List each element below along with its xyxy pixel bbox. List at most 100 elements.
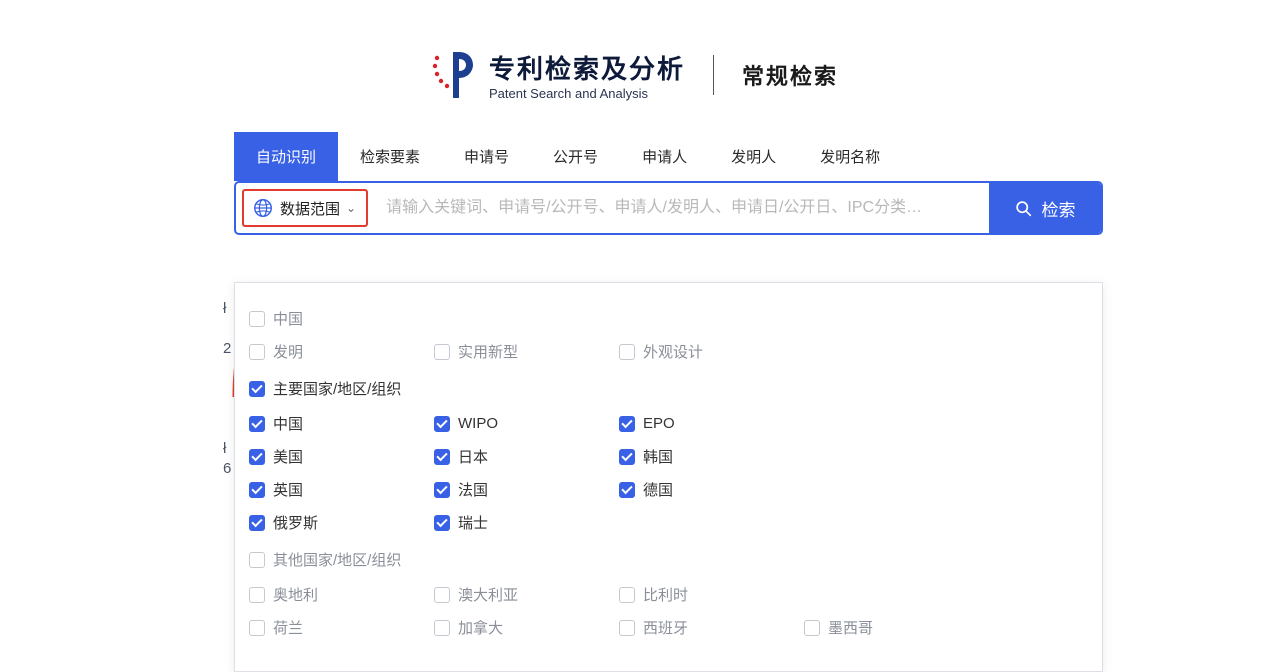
checkbox-icon [619, 587, 635, 603]
tab-applicant[interactable]: 申请人 [620, 132, 709, 181]
checkbox-label: 俄罗斯 [273, 512, 318, 533]
checkbox-icon [249, 482, 265, 498]
checkbox-icon [619, 449, 635, 465]
checkbox-other-ca[interactable]: 加拿大 [434, 614, 619, 641]
logo-block: 专利检索及分析 Patent Search and Analysis [431, 48, 685, 102]
checkbox-icon [619, 416, 635, 432]
header: 专利检索及分析 Patent Search and Analysis 常规检索 [0, 0, 1269, 132]
search-bar: 数据范围 ⌄ 检索 [234, 181, 1103, 235]
bg-fragment: 6 [223, 460, 231, 477]
checkbox-label: 西班牙 [643, 617, 688, 638]
checkbox-icon [249, 552, 265, 568]
search-icon [1015, 200, 1032, 217]
checkbox-label: WIPO [458, 415, 498, 432]
search-tabs: 自动识别 检索要素 申请号 公开号 申请人 发明人 发明名称 [234, 132, 1269, 181]
chevron-down-icon: ⌄ [346, 201, 356, 215]
checkbox-other-mx[interactable]: 墨西哥 [804, 614, 989, 641]
checkbox-type-design[interactable]: 外观设计 [619, 338, 804, 365]
checkbox-icon [249, 344, 265, 360]
checkbox-group-china[interactable]: 中国 [249, 305, 1088, 332]
checkbox-main-epo[interactable]: EPO [619, 410, 804, 437]
checkbox-main-gb[interactable]: 英国 [249, 476, 434, 503]
checkbox-type-utility[interactable]: 实用新型 [434, 338, 619, 365]
checkbox-icon [249, 587, 265, 603]
tab-inventor[interactable]: 发明人 [709, 132, 798, 181]
search-button-label: 检索 [1042, 196, 1076, 221]
scope-selector[interactable]: 数据范围 ⌄ [242, 189, 368, 227]
logo-title-en: Patent Search and Analysis [489, 86, 685, 101]
checkbox-label: 澳大利亚 [458, 584, 518, 605]
checkbox-main-ch[interactable]: 瑞士 [434, 509, 619, 536]
checkbox-label: 日本 [458, 446, 488, 467]
checkbox-label: 发明 [273, 341, 303, 362]
checkbox-icon [434, 515, 450, 531]
checkbox-label: 德国 [643, 479, 673, 500]
checkbox-icon [434, 449, 450, 465]
checkbox-label: 中国 [273, 308, 303, 329]
checkbox-label: 比利时 [643, 584, 688, 605]
header-divider [713, 55, 714, 95]
checkbox-main-wipo[interactable]: WIPO [434, 410, 619, 437]
checkbox-main-china[interactable]: 中国 [249, 410, 434, 437]
checkbox-label: 加拿大 [458, 617, 503, 638]
checkbox-type-invention[interactable]: 发明 [249, 338, 434, 365]
checkbox-icon [619, 482, 635, 498]
checkbox-label: 法国 [458, 479, 488, 500]
checkbox-icon [619, 620, 635, 636]
logo-text: 专利检索及分析 Patent Search and Analysis [489, 49, 685, 101]
checkbox-other-at[interactable]: 奥地利 [249, 581, 434, 608]
checkbox-icon [434, 482, 450, 498]
checkbox-label: 荷兰 [273, 617, 303, 638]
checkbox-label: 实用新型 [458, 341, 518, 362]
checkbox-icon [249, 416, 265, 432]
checkbox-other-au[interactable]: 澳大利亚 [434, 581, 619, 608]
checkbox-icon [434, 587, 450, 603]
checkbox-section-other[interactable]: 其他国家/地区/组织 [249, 546, 1088, 573]
checkbox-main-fr[interactable]: 法国 [434, 476, 619, 503]
header-mode: 常规检索 [742, 59, 838, 91]
globe-icon [252, 197, 274, 219]
search-button[interactable]: 检索 [989, 183, 1101, 233]
checkbox-main-kr[interactable]: 韩国 [619, 443, 804, 470]
checkbox-label: 英国 [273, 479, 303, 500]
checkbox-section-main[interactable]: 主要国家/地区/组织 [249, 375, 1088, 402]
logo-icon [431, 48, 475, 102]
bg-fragment: ł [223, 440, 226, 457]
checkbox-label: 中国 [273, 413, 303, 434]
scope-dropdown: 中国 发明 实用新型 外观设计 主要国家/地区/组织 中国 WIPO EPO 美… [234, 282, 1103, 672]
checkbox-label: 主要国家/地区/组织 [273, 378, 401, 399]
checkbox-icon [249, 515, 265, 531]
checkbox-label: EPO [643, 415, 675, 432]
checkbox-main-jp[interactable]: 日本 [434, 443, 619, 470]
checkbox-icon [249, 449, 265, 465]
scope-label: 数据范围 [280, 198, 340, 219]
checkbox-icon [249, 620, 265, 636]
checkbox-label: 外观设计 [643, 341, 703, 362]
tab-invention-title[interactable]: 发明名称 [798, 132, 902, 181]
checkbox-label: 美国 [273, 446, 303, 467]
bg-fragment: 2 [223, 340, 231, 357]
checkbox-icon [249, 311, 265, 327]
checkbox-main-us[interactable]: 美国 [249, 443, 434, 470]
search-input[interactable] [374, 183, 989, 233]
checkbox-icon [249, 381, 265, 397]
tab-application-no[interactable]: 申请号 [442, 132, 531, 181]
checkbox-icon [804, 620, 820, 636]
checkbox-icon [619, 344, 635, 360]
checkbox-icon [434, 416, 450, 432]
checkbox-label: 墨西哥 [828, 617, 873, 638]
checkbox-other-be[interactable]: 比利时 [619, 581, 804, 608]
checkbox-other-es[interactable]: 西班牙 [619, 614, 804, 641]
checkbox-main-de[interactable]: 德国 [619, 476, 804, 503]
checkbox-label: 其他国家/地区/组织 [273, 549, 401, 570]
logo-title-cn: 专利检索及分析 [489, 49, 685, 86]
bg-fragment: ł [223, 300, 226, 317]
tab-auto-detect[interactable]: 自动识别 [234, 132, 338, 181]
checkbox-other-nl[interactable]: 荷兰 [249, 614, 434, 641]
checkbox-main-ru[interactable]: 俄罗斯 [249, 509, 434, 536]
tab-publication-no[interactable]: 公开号 [531, 132, 620, 181]
checkbox-label: 奥地利 [273, 584, 318, 605]
tab-search-element[interactable]: 检索要素 [338, 132, 442, 181]
checkbox-icon [434, 620, 450, 636]
checkbox-label: 韩国 [643, 446, 673, 467]
